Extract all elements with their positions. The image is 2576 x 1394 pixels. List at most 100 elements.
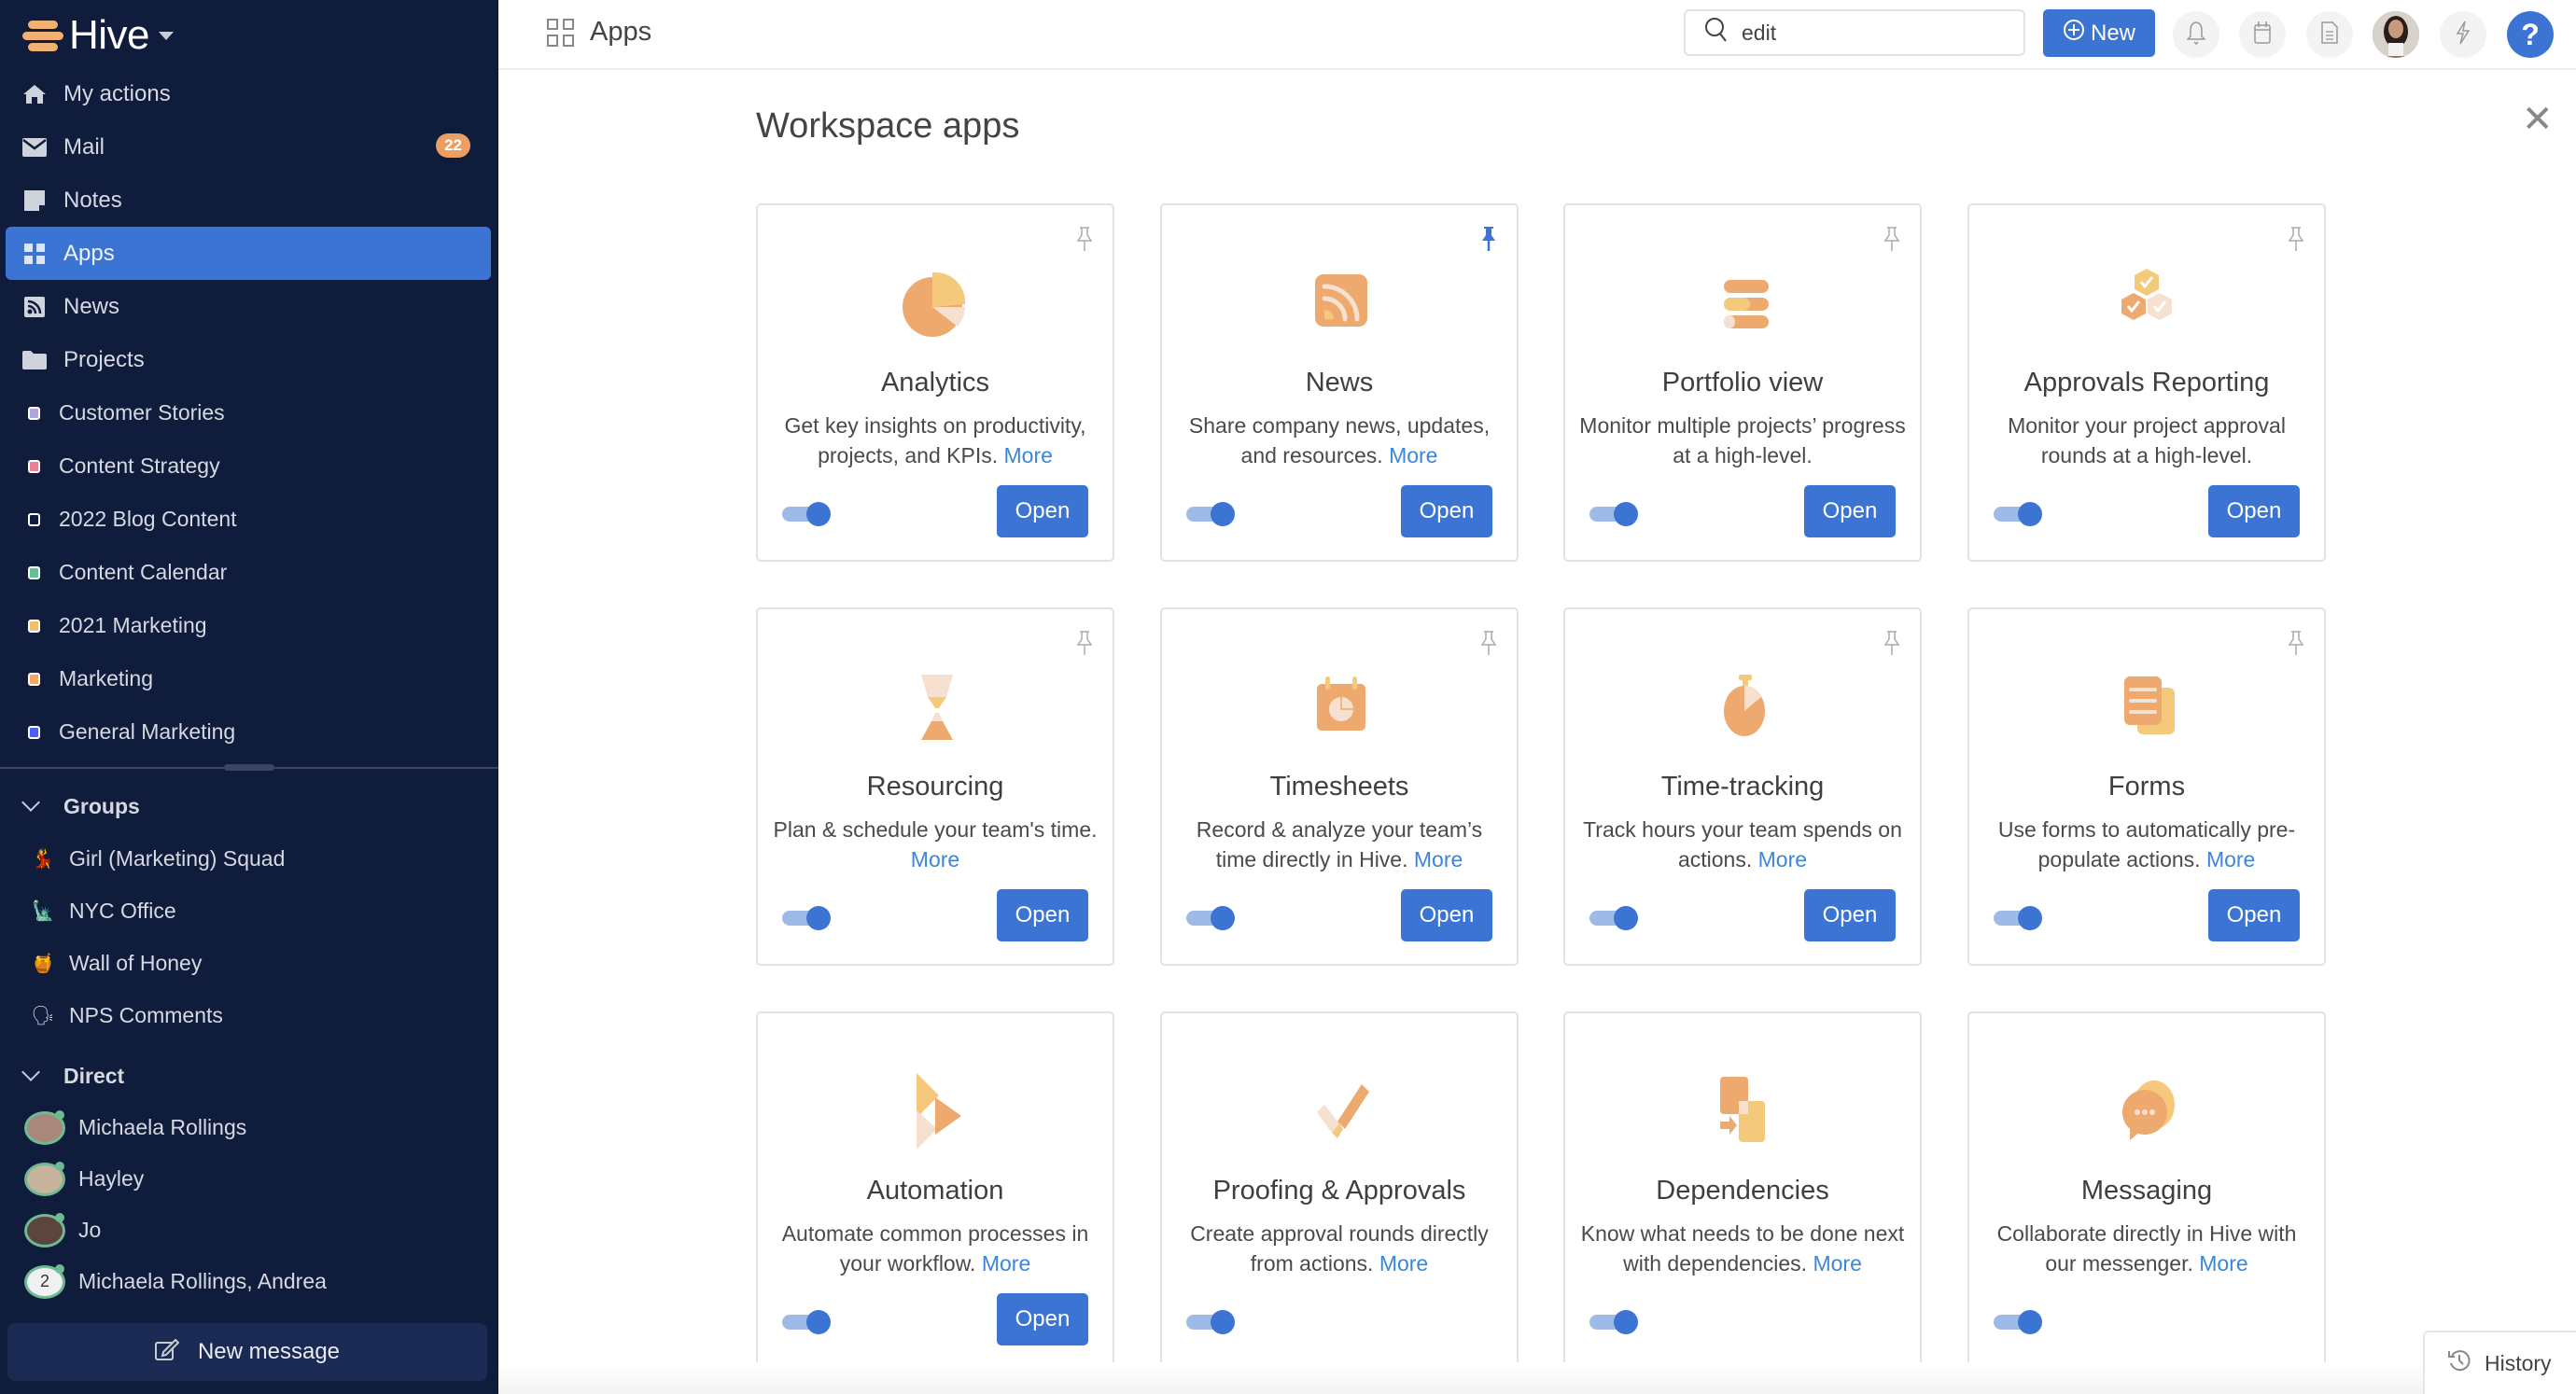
open-app-button[interactable]: Open <box>997 889 1088 941</box>
app-description-text: Create approval rounds directly from act… <box>1190 1221 1489 1276</box>
open-app-button[interactable]: Open <box>997 1293 1088 1345</box>
sidebar-item-mail[interactable]: Mail 22 <box>0 120 498 174</box>
sidebar-project-item[interactable]: Content Strategy <box>0 439 498 493</box>
toggle-knob <box>1211 1310 1235 1334</box>
app-enable-toggle[interactable] <box>1589 906 1642 930</box>
calendar-icon <box>2253 21 2272 49</box>
page-title-text: Apps <box>590 17 652 47</box>
pin-outline-icon[interactable] <box>1883 226 1901 257</box>
open-app-button[interactable]: Open <box>2208 889 2300 941</box>
help-button[interactable]: ? <box>2507 11 2554 58</box>
toggle-knob <box>2018 906 2042 930</box>
apps-outline-icon <box>547 18 575 47</box>
project-label: Content Strategy <box>59 453 220 478</box>
sidebar-item-news[interactable]: News <box>0 280 498 333</box>
rss-icon <box>22 295 47 319</box>
sidebar-project-item[interactable]: General Marketing <box>0 705 498 759</box>
direct-message-item[interactable]: Jo <box>0 1205 498 1256</box>
direct-message-item[interactable]: Hayley <box>0 1153 498 1205</box>
workspace-switcher[interactable]: Hive <box>22 9 175 62</box>
direct-message-item[interactable]: 2 Michaela Rollings, Andrea <box>0 1256 498 1307</box>
participant-count: 2 <box>39 1272 49 1290</box>
app-card: Time-tracking Track hours your team spend… <box>1563 607 1922 966</box>
app-enable-toggle[interactable] <box>1186 1310 1239 1334</box>
more-link[interactable]: More <box>911 847 959 871</box>
open-app-button[interactable]: Open <box>1804 889 1896 941</box>
more-link[interactable]: More <box>1758 847 1807 871</box>
sidebar-item-my-actions[interactable]: My actions <box>0 67 498 120</box>
pin-outline-icon[interactable] <box>1883 630 1901 661</box>
automations-button[interactable] <box>2440 11 2486 58</box>
calendar-button[interactable] <box>2239 11 2286 58</box>
pin-outline-icon[interactable] <box>1479 630 1498 661</box>
more-link[interactable]: More <box>2199 1251 2247 1276</box>
app-enable-toggle[interactable] <box>782 502 834 526</box>
sidebar-item-projects[interactable]: Projects <box>0 333 498 386</box>
more-link[interactable]: More <box>1414 847 1463 871</box>
app-enable-toggle[interactable] <box>782 1310 834 1334</box>
sidebar-item-apps[interactable]: Apps <box>6 227 491 280</box>
app-enable-toggle[interactable] <box>1994 906 2046 930</box>
more-link[interactable]: More <box>1389 443 1437 467</box>
app-name: News <box>1305 368 1374 397</box>
close-button[interactable]: ✕ <box>2522 101 2554 138</box>
open-app-button[interactable]: Open <box>2208 485 2300 537</box>
groups-header[interactable]: Groups <box>0 780 498 832</box>
user-avatar[interactable] <box>2373 11 2419 58</box>
more-link[interactable]: More <box>1379 1251 1428 1276</box>
direct-label: Direct <box>63 1063 125 1088</box>
calendar-clock-icon <box>1295 660 1388 753</box>
sidebar-project-item[interactable]: Marketing <box>0 652 498 705</box>
search-input[interactable]: edit <box>1684 9 2025 56</box>
app-card: Portfolio view Monitor multiple projects’… <box>1563 203 1922 562</box>
open-app-button[interactable]: Open <box>997 485 1088 537</box>
new-button-label: New <box>2090 20 2135 46</box>
open-app-button[interactable]: Open <box>1804 485 1896 537</box>
resize-handle[interactable] <box>224 764 274 771</box>
new-button[interactable]: New <box>2043 9 2155 57</box>
app-description-text: Monitor multiple projects’ progress at a… <box>1579 413 1906 467</box>
group-label: Wall of Honey <box>69 950 203 975</box>
history-button[interactable]: History <box>2423 1331 2576 1394</box>
sidebar-project-item[interactable]: Content Calendar <box>0 546 498 599</box>
more-link[interactable]: More <box>1004 443 1053 467</box>
sidebar-group-item[interactable]: 💃 Girl (Marketing) Squad <box>0 832 498 885</box>
direct-header[interactable]: Direct <box>0 1050 498 1102</box>
app-enable-toggle[interactable] <box>1186 906 1239 930</box>
pin-outline-icon[interactable] <box>2287 630 2305 661</box>
project-color-swatch-icon <box>28 672 40 686</box>
more-link[interactable]: More <box>2206 847 2255 871</box>
more-link[interactable]: More <box>1813 1251 1861 1276</box>
open-app-button[interactable]: Open <box>1401 485 1492 537</box>
pin-outline-icon[interactable] <box>1075 226 1094 257</box>
app-enable-toggle[interactable] <box>1589 502 1642 526</box>
sidebar-group-item[interactable]: 🗽 NYC Office <box>0 885 498 937</box>
project-list: Customer Stories Content Strategy 2022 Blo… <box>0 386 498 759</box>
app-name: Analytics <box>880 368 990 397</box>
sidebar-project-item[interactable]: 2021 Marketing <box>0 599 498 652</box>
pin-outline-icon[interactable] <box>2287 226 2305 257</box>
question-mark-icon: ? <box>2521 17 2540 51</box>
online-status-icon <box>55 1212 64 1222</box>
app-name: Timesheets <box>1269 772 1409 802</box>
sidebar-group-item[interactable]: 🍯 Wall of Honey <box>0 937 498 989</box>
pin-outline-icon[interactable] <box>1075 630 1094 661</box>
app-enable-toggle[interactable] <box>1186 502 1239 526</box>
sidebar-project-item[interactable]: Customer Stories <box>0 386 498 439</box>
app-card: Approvals Reporting Monitor your project … <box>1967 203 2326 562</box>
sidebar-group-item[interactable]: 🗣 NPS Comments <box>0 989 498 1041</box>
top-header: Apps edit New ? <box>498 0 2576 70</box>
new-message-button[interactable]: New message <box>7 1323 487 1381</box>
open-app-button[interactable]: Open <box>1401 889 1492 941</box>
more-link[interactable]: More <box>982 1251 1030 1276</box>
app-enable-toggle[interactable] <box>1589 1310 1642 1334</box>
files-button[interactable] <box>2306 11 2353 58</box>
sidebar-item-notes[interactable]: Notes <box>0 174 498 227</box>
app-enable-toggle[interactable] <box>1994 1310 2046 1334</box>
pin-filled-icon[interactable] <box>1479 226 1498 257</box>
direct-message-item[interactable]: Michaela Rollings <box>0 1102 498 1153</box>
sidebar-project-item[interactable]: 2022 Blog Content <box>0 493 498 546</box>
notifications-button[interactable] <box>2173 11 2219 58</box>
app-enable-toggle[interactable] <box>782 906 834 930</box>
app-enable-toggle[interactable] <box>1994 502 2046 526</box>
